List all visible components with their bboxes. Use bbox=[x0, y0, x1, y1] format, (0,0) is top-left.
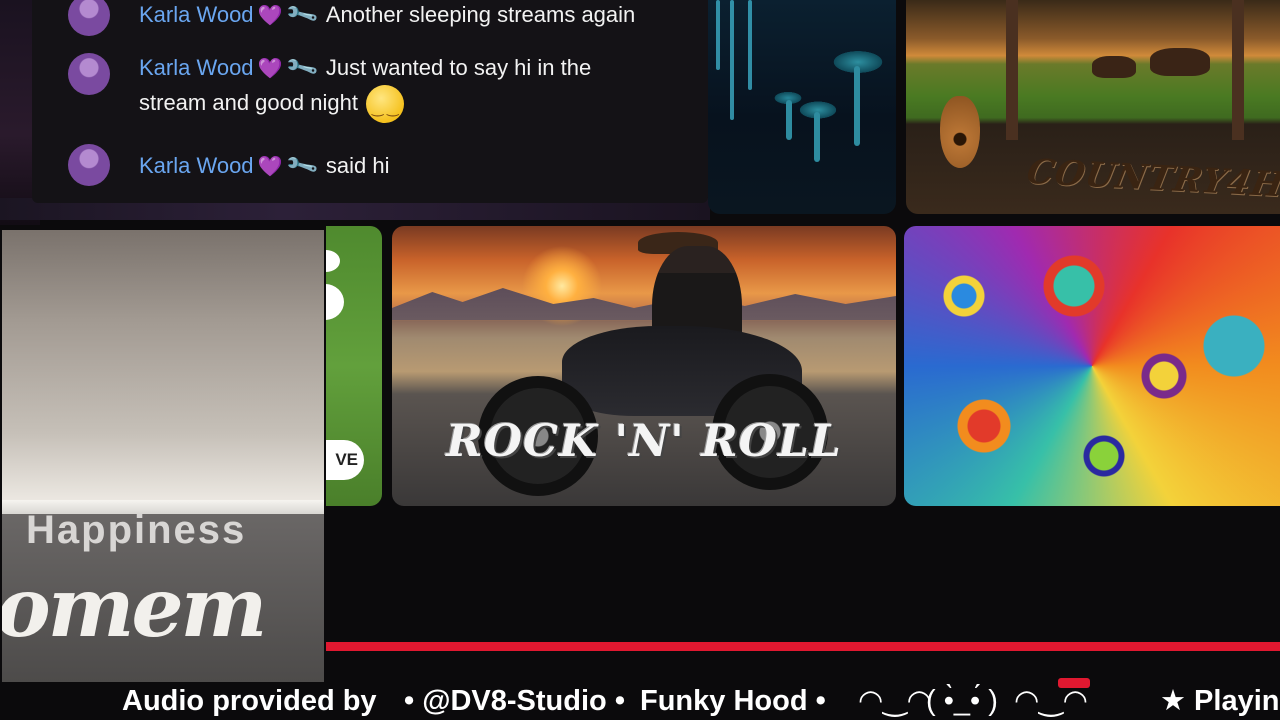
light-drip bbox=[748, 0, 752, 90]
ticker-kaomoji: ◠‿◠ bbox=[858, 685, 932, 717]
purple-heart-icon: 💜 bbox=[257, 156, 283, 178]
light-drip bbox=[716, 0, 720, 70]
ticker-playing-text: ★ Playing bbox=[1160, 685, 1280, 717]
white-shape bbox=[326, 250, 340, 272]
rock-title-text: ROCK 'N' ROLL bbox=[446, 416, 842, 467]
thumbnail-green-partial[interactable]: VE bbox=[326, 226, 382, 506]
avatar bbox=[68, 0, 110, 36]
guitar bbox=[940, 96, 980, 168]
purple-heart-icon: 💜 bbox=[257, 58, 283, 80]
purple-heart-icon: 💜 bbox=[257, 5, 283, 27]
avatar bbox=[68, 53, 110, 95]
thumbnail-mushroom-forest[interactable] bbox=[708, 0, 896, 214]
porch-post bbox=[1232, 0, 1244, 140]
chat-text: stream and good night bbox=[139, 90, 358, 115]
chat-overlay: Karla Wood 💜🔧 Another sleeping streams aga… bbox=[32, 0, 708, 203]
thumbnail-psychedelic-art[interactable] bbox=[904, 226, 1280, 506]
chat-line-continued: stream and good night bbox=[139, 85, 404, 126]
chat-text: Just wanted to say hi in the bbox=[325, 55, 592, 80]
porch-post bbox=[1006, 0, 1018, 140]
wrench-icon: 🔧 bbox=[284, 0, 321, 33]
white-shape bbox=[326, 284, 344, 320]
chat-line: Karla Wood 💜🔧 Just wanted to say hi in the bbox=[139, 50, 591, 87]
live-badge-fragment: VE bbox=[326, 440, 364, 480]
sleeping-face-icon bbox=[365, 85, 404, 126]
wrench-icon: 🔧 bbox=[284, 147, 321, 184]
avatar bbox=[68, 144, 110, 186]
wrench-icon: 🔧 bbox=[284, 49, 321, 86]
chat-author: Karla Wood bbox=[139, 55, 254, 80]
mushroom-stem bbox=[814, 112, 820, 162]
chat-author: Karla Wood bbox=[139, 2, 254, 27]
light-drip bbox=[730, 0, 734, 120]
chat-author: Karla Wood bbox=[139, 153, 254, 178]
thumbnail-rock-n-roll[interactable]: ROCK 'N' ROLL bbox=[392, 226, 896, 506]
chat-text: said hi bbox=[325, 153, 390, 178]
sign-happiness-text: Happiness bbox=[26, 508, 247, 552]
chat-line: Karla Wood 💜🔧 said hi bbox=[139, 148, 389, 185]
ticker-kaomoji: ◠‿◠ bbox=[1014, 685, 1088, 717]
thumbnail-country[interactable]: COUNTRY4HIM bbox=[906, 0, 1280, 214]
ticker-studio-text: • @DV8-Studio • bbox=[404, 685, 625, 717]
bottom-ticker: Audio provided by • @DV8-Studio • Funky … bbox=[0, 682, 1280, 720]
horse bbox=[1092, 56, 1136, 78]
ticker-funky-text: Funky Hood • bbox=[640, 685, 826, 717]
mountains bbox=[392, 288, 896, 320]
progress-bar bbox=[326, 642, 1280, 651]
webcam-feed: Happiness omem bbox=[2, 230, 324, 682]
country-sign-text: COUNTRY4HIM bbox=[1023, 151, 1280, 209]
mushroom-stem bbox=[786, 100, 792, 140]
ticker-audio-text: Audio provided by bbox=[122, 685, 377, 717]
mushroom-stem bbox=[854, 66, 860, 146]
ticker-kaomoji: ( •̀_•́ ) bbox=[926, 685, 998, 717]
horse bbox=[1150, 48, 1210, 76]
chat-line: Karla Wood 💜🔧 Another sleeping streams aga… bbox=[139, 0, 635, 34]
chat-text: Another sleeping streams again bbox=[325, 2, 636, 27]
sign-script-text: omem bbox=[2, 560, 267, 656]
